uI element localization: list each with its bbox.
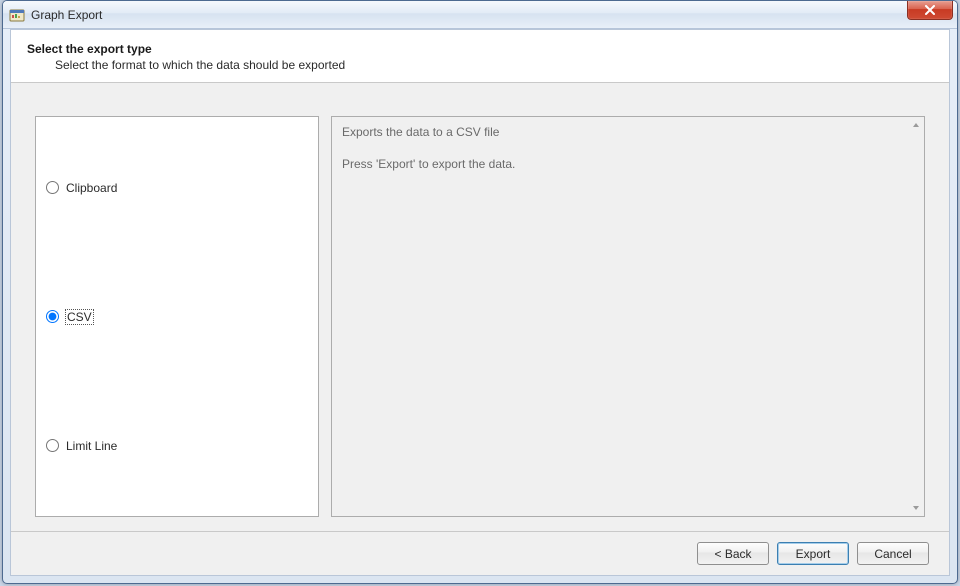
back-button[interactable]: < Back — [697, 542, 769, 565]
scroll-up-icon[interactable] — [910, 119, 922, 131]
option-clipboard[interactable]: Clipboard — [46, 181, 308, 195]
option-label: Clipboard — [66, 181, 117, 195]
export-type-listbox: Clipboard CSV Limit Line — [35, 116, 319, 517]
radio-csv[interactable] — [46, 310, 59, 323]
cancel-button[interactable]: Cancel — [857, 542, 929, 565]
content-area: Clipboard CSV Limit Line Exports the dat… — [11, 96, 949, 527]
app-icon — [9, 7, 25, 23]
page-subtitle: Select the format to which the data shou… — [55, 58, 933, 72]
option-label: CSV — [66, 310, 93, 324]
wizard-header: Select the export type Select the format… — [11, 30, 949, 83]
page-title: Select the export type — [27, 42, 933, 56]
dialog-window: Graph Export Select the export type Sele… — [2, 0, 958, 584]
description-panel: Exports the data to a CSV file Press 'Ex… — [331, 116, 925, 517]
window-title: Graph Export — [31, 8, 102, 22]
option-csv[interactable]: CSV — [46, 310, 308, 324]
radio-clipboard[interactable] — [46, 181, 59, 194]
close-icon — [924, 5, 936, 15]
option-label: Limit Line — [66, 439, 117, 453]
description-line-1: Exports the data to a CSV file — [342, 125, 914, 139]
scroll-down-icon[interactable] — [910, 502, 922, 514]
description-line-2: Press 'Export' to export the data. — [342, 157, 914, 171]
export-button[interactable]: Export — [777, 542, 849, 565]
client-area: Select the export type Select the format… — [10, 29, 950, 576]
titlebar[interactable]: Graph Export — [3, 1, 957, 29]
radio-limit-line[interactable] — [46, 439, 59, 452]
option-limit-line[interactable]: Limit Line — [46, 439, 308, 453]
close-button[interactable] — [907, 0, 953, 20]
button-bar: < Back Export Cancel — [11, 531, 949, 575]
